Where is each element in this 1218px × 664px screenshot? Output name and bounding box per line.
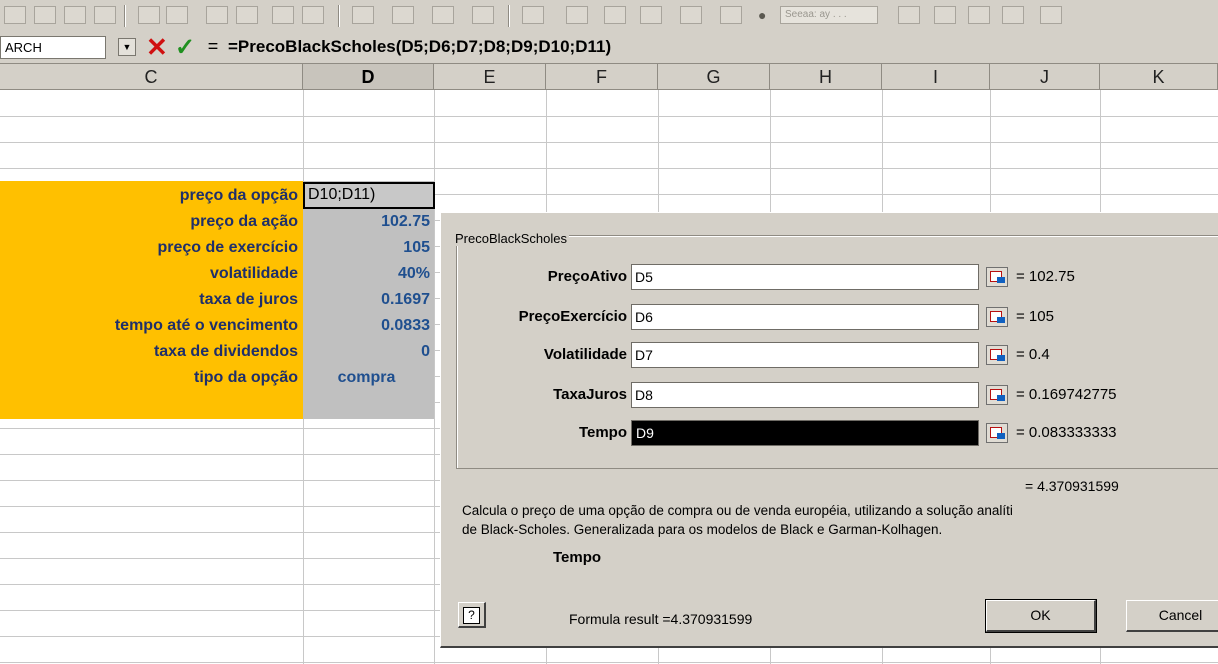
arg-input-tempo[interactable]: D9: [631, 420, 979, 446]
toolbar-button[interactable]: [34, 6, 56, 24]
value-cell[interactable]: 40%: [303, 261, 430, 287]
column-header-e[interactable]: E: [434, 64, 546, 90]
label-cell[interactable]: preço da ação: [0, 209, 298, 235]
edit-formula-button[interactable]: =: [205, 36, 221, 56]
arg-input-precoativo[interactable]: D5: [631, 264, 979, 290]
cancel-button[interactable]: Cancel: [1126, 600, 1218, 632]
arg-label-tempo: Tempo: [578, 424, 627, 441]
formula-result: Formula result =4.370931599: [569, 611, 753, 627]
toolbar-button[interactable]: [392, 6, 414, 24]
arg-input-taxajuros[interactable]: D8: [631, 382, 979, 408]
column-header-i[interactable]: I: [882, 64, 990, 90]
arg-value: = 105: [1016, 308, 1054, 325]
toolbar-separator: [508, 5, 510, 27]
label-cell[interactable]: taxa de dividendos: [0, 339, 298, 365]
toolbar-button[interactable]: [720, 6, 742, 24]
value-cell[interactable]: 105: [303, 235, 430, 261]
label-cell[interactable]: preço de exercício: [0, 235, 298, 261]
arg-input-volatilidade[interactable]: D7: [631, 342, 979, 368]
argument-help-title: Tempo: [553, 549, 602, 566]
name-box-dropdown-icon[interactable]: ▼: [118, 38, 136, 56]
enter-check-icon[interactable]: ✓: [175, 34, 195, 62]
label-cell[interactable]: preço da opção: [0, 183, 298, 209]
toolbar-button[interactable]: [236, 6, 258, 24]
help-button[interactable]: ?: [458, 602, 486, 628]
toolbar-button[interactable]: [1040, 6, 1062, 24]
column-header-c[interactable]: C: [0, 64, 303, 90]
description-line: Calcula o preço de uma opção de compra o…: [462, 503, 1013, 518]
label-cell[interactable]: volatilidade: [0, 261, 298, 287]
function-arguments-dialog: PrecoBlackScholes PreçoAtivo D5 = 102.75…: [440, 212, 1218, 648]
toolbar-separator: [124, 5, 126, 27]
column-header-g[interactable]: G: [658, 64, 770, 90]
toolbar-button[interactable]: [604, 6, 626, 24]
formatting-toolbar: ● Seeaa: ay . . .: [0, 0, 1218, 33]
arg-value: = 0.169742775: [1016, 386, 1117, 403]
group-title: PrecoBlackScholes: [453, 231, 569, 246]
active-cell-d4[interactable]: D10;D11): [303, 182, 435, 209]
collapse-dialog-icon[interactable]: [986, 385, 1008, 405]
arg-label-precoativo: PreçoAtivo: [547, 268, 627, 285]
function-result: = 4.370931599: [1025, 478, 1119, 494]
help-icon: ?: [463, 607, 480, 624]
column-header-j[interactable]: J: [990, 64, 1100, 90]
toolbar-button[interactable]: [968, 6, 990, 24]
function-description: Calcula o preço de uma opção de compra o…: [462, 501, 1218, 539]
toolbar-button[interactable]: [432, 6, 454, 24]
toolbar-button[interactable]: [680, 6, 702, 24]
toolbar-separator: [338, 5, 340, 27]
arg-label-volatilidade: Volatilidade: [543, 346, 627, 363]
arg-input-precoexercicio[interactable]: D6: [631, 304, 979, 330]
arg-value: = 102.75: [1016, 268, 1075, 285]
value-cell[interactable]: 0.1697: [303, 287, 430, 313]
toolbar-button[interactable]: [166, 6, 188, 24]
toolbar-button[interactable]: [272, 6, 294, 24]
toolbar-button[interactable]: [1002, 6, 1024, 24]
ok-button[interactable]: OK: [985, 599, 1097, 633]
label-cell[interactable]: tipo da opção: [0, 365, 298, 391]
cancel-icon[interactable]: ✕: [146, 33, 168, 61]
toolbar-button[interactable]: [4, 6, 26, 24]
selected-text: D9: [635, 425, 655, 441]
font-combo[interactable]: Seeaa: ay . . .: [780, 6, 878, 24]
formula-input[interactable]: =PrecoBlackScholes(D5;D6;D7;D8;D9;D10;D1…: [228, 36, 611, 58]
arg-value: = 0.4: [1016, 346, 1050, 363]
description-line: de Black-Scholes. Generalizada para os m…: [462, 522, 943, 537]
arg-label-precoexercicio: PreçoExercício: [518, 308, 627, 325]
toolbar-button[interactable]: [522, 6, 544, 24]
arg-value: = 0.083333333: [1016, 424, 1117, 441]
value-cell[interactable]: 0: [303, 339, 430, 365]
toolbar-button[interactable]: [352, 6, 374, 24]
collapse-dialog-icon[interactable]: [986, 267, 1008, 287]
label-cell[interactable]: taxa de juros: [0, 287, 298, 313]
column-header-k[interactable]: K: [1100, 64, 1218, 90]
value-cell[interactable]: 102.75: [303, 209, 430, 235]
toolbar-button[interactable]: [934, 6, 956, 24]
formula-bar: ARCH ▼ ✕ ✓ = =PrecoBlackScholes(D5;D6;D7…: [0, 32, 1218, 64]
collapse-dialog-icon[interactable]: [986, 345, 1008, 365]
value-cell[interactable]: compra: [303, 365, 430, 391]
arg-label-taxajuros: TaxaJuros: [553, 386, 627, 403]
record-icon[interactable]: ●: [758, 5, 766, 25]
toolbar-button[interactable]: [898, 6, 920, 24]
column-header-h[interactable]: H: [770, 64, 882, 90]
toolbar-button[interactable]: [302, 6, 324, 24]
column-header-f[interactable]: F: [546, 64, 658, 90]
label-cell[interactable]: tempo até o vencimento: [0, 313, 298, 339]
toolbar-button[interactable]: [138, 6, 160, 24]
toolbar-button[interactable]: [206, 6, 228, 24]
collapse-dialog-icon[interactable]: [986, 423, 1008, 443]
name-box[interactable]: ARCH: [0, 36, 106, 59]
toolbar-button[interactable]: [472, 6, 494, 24]
value-cell[interactable]: 0.0833: [303, 313, 430, 339]
toolbar-button[interactable]: [94, 6, 116, 24]
toolbar-button[interactable]: [566, 6, 588, 24]
toolbar-button[interactable]: [640, 6, 662, 24]
toolbar-button[interactable]: [64, 6, 86, 24]
column-header-d[interactable]: D: [303, 64, 434, 90]
collapse-dialog-icon[interactable]: [986, 307, 1008, 327]
